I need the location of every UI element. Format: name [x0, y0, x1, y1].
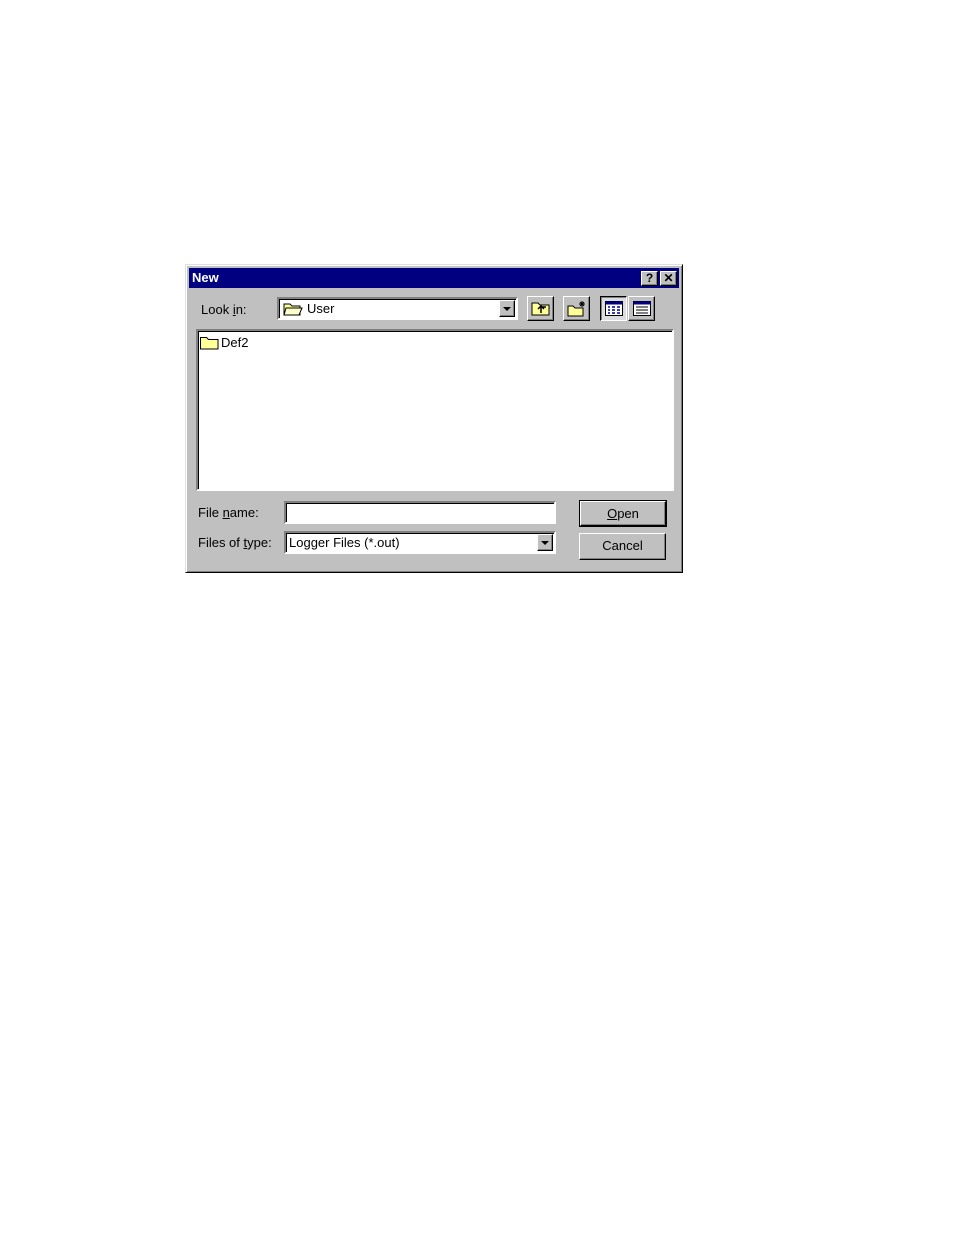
details-view-icon	[633, 301, 651, 319]
list-view-button[interactable]	[600, 296, 627, 321]
file-list[interactable]: Def2	[196, 329, 674, 491]
up-one-level-icon	[531, 300, 551, 320]
file-type-combo[interactable]: Logger Files (*.out)	[284, 531, 556, 554]
open-button[interactable]: Open	[579, 500, 667, 527]
title-bar[interactable]: New ? ✕	[189, 268, 679, 288]
open-folder-icon	[283, 301, 303, 320]
look-in-label: Look in:	[201, 302, 247, 317]
close-button[interactable]: ✕	[660, 271, 677, 286]
cancel-button[interactable]: Cancel	[579, 533, 666, 560]
file-type-value: Logger Files (*.out)	[289, 535, 400, 550]
dialog-title: New	[192, 270, 219, 285]
up-one-level-button[interactable]	[527, 296, 554, 321]
list-view-icon	[605, 301, 623, 319]
create-new-folder-button[interactable]	[563, 296, 590, 321]
create-new-folder-icon	[567, 300, 587, 320]
file-type-dropdown-button[interactable]	[537, 534, 553, 551]
look-in-combo[interactable]: User	[277, 297, 518, 320]
look-in-dropdown-button[interactable]	[499, 300, 515, 317]
help-button[interactable]: ?	[641, 271, 658, 286]
file-type-label: Files of type:	[198, 535, 272, 550]
look-in-value: User	[307, 301, 335, 316]
file-name-label: File name:	[198, 505, 259, 520]
details-view-button[interactable]	[628, 296, 655, 321]
file-name-input[interactable]	[284, 501, 556, 524]
help-icon: ?	[645, 271, 654, 285]
close-icon: ✕	[663, 271, 674, 285]
folder-icon	[200, 335, 219, 353]
new-file-dialog: New ? ✕ Look in: User Def2 File name: Fi…	[185, 264, 683, 573]
list-item-name: Def2	[221, 335, 249, 350]
